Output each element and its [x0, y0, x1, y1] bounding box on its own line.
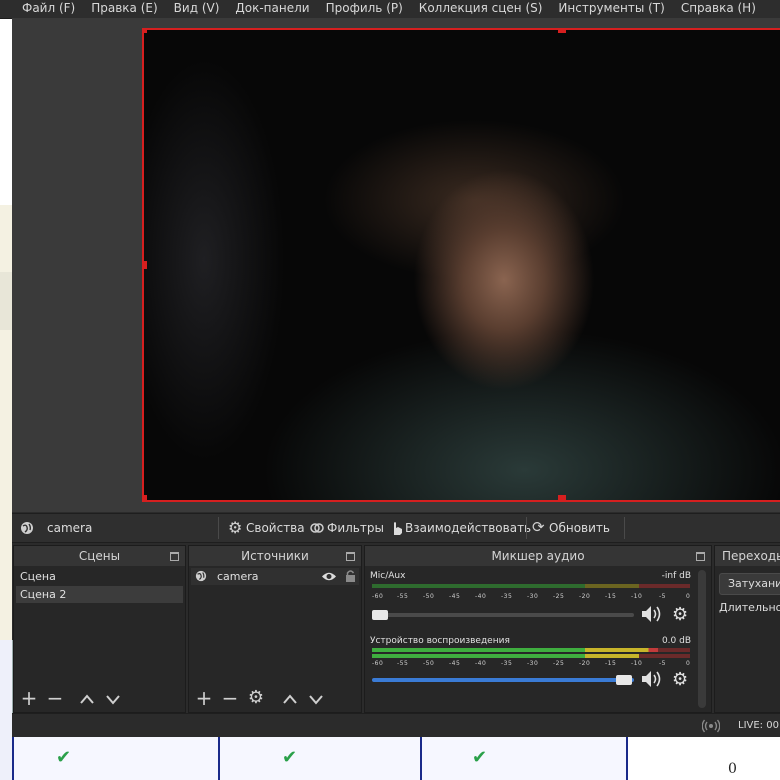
- menu-view[interactable]: Вид (V): [166, 0, 228, 18]
- menu-profile[interactable]: Профиль (P): [318, 0, 411, 18]
- gear-icon: ⚙: [247, 687, 265, 708]
- eye-icon[interactable]: [321, 571, 337, 582]
- background-table: ✔ ✔ ✔ 0: [12, 737, 780, 780]
- resize-handle-left[interactable]: [144, 261, 147, 269]
- move-down-button[interactable]: [102, 686, 124, 712]
- globe-icon: [21, 522, 33, 534]
- table-cell: ✔: [218, 737, 422, 780]
- properties-button[interactable]: ⚙ Свойства: [226, 514, 312, 542]
- volume-meter: [372, 648, 690, 652]
- checkmark-icon: ✔: [472, 747, 488, 768]
- speaker-icon[interactable]: [640, 605, 664, 623]
- sources-dock: Источники camera + − ⚙: [188, 545, 362, 713]
- camera-source-preview[interactable]: [142, 28, 780, 502]
- interact-label: Взаимодействовать: [405, 521, 532, 535]
- menu-scene-collection[interactable]: Коллекция сцен (S): [411, 0, 551, 18]
- refresh-button[interactable]: ⟳ Обновить: [532, 514, 618, 542]
- transition-type: Затухани: [728, 577, 780, 590]
- lock-icon[interactable]: [345, 569, 356, 583]
- gear-icon[interactable]: ⚙: [672, 604, 688, 625]
- menu-file[interactable]: Файл (F): [0, 0, 83, 18]
- broadcast-icon: [702, 719, 720, 733]
- transition-select[interactable]: Затухани: [719, 573, 780, 595]
- sources-title: Источники: [189, 546, 361, 566]
- hand-pointer-icon: [394, 522, 402, 535]
- status-bar: LIVE: 00:00: [12, 713, 780, 738]
- refresh-icon: ⟳: [532, 518, 545, 536]
- table-cell: ✔: [420, 737, 628, 780]
- cell-value: 0: [728, 761, 737, 777]
- add-source-button[interactable]: +: [193, 686, 215, 712]
- interact-button[interactable]: Взаимодействовать: [388, 514, 531, 542]
- menu-edit[interactable]: Правка (E): [83, 0, 165, 18]
- sources-footer: + − ⚙: [189, 686, 361, 712]
- volume-slider-knob[interactable]: [372, 610, 388, 620]
- gear-icon: ⚙: [228, 518, 243, 537]
- scenes-dock: Сцены Сцена Сцена 2 + −: [13, 545, 186, 713]
- filters-button[interactable]: Фильтры: [308, 514, 388, 542]
- chevron-down-icon: [106, 695, 120, 705]
- remove-scene-button[interactable]: −: [44, 686, 66, 712]
- gear-icon[interactable]: ⚙: [672, 669, 688, 690]
- volume-meter: [372, 584, 690, 588]
- transitions-dock: Переходы Затухани Длительнос: [714, 545, 780, 713]
- scene-item-selected[interactable]: Сцена 2: [16, 586, 183, 603]
- scenes-footer: + −: [14, 686, 185, 712]
- selected-source-name: camera: [47, 521, 93, 535]
- table-cell: ✔: [12, 737, 220, 780]
- source-toolbar: camera ⚙ Свойства Фильтры Взаимодействов…: [12, 513, 780, 543]
- resize-handle-bl[interactable]: [144, 495, 147, 500]
- duration-label: Длительнос: [719, 601, 780, 614]
- scenes-title: Сцены: [14, 546, 185, 566]
- globe-icon: [195, 570, 207, 582]
- speaker-icon[interactable]: [640, 670, 664, 688]
- chevron-down-icon: [309, 695, 323, 705]
- filters-label: Фильтры: [327, 521, 384, 535]
- resize-handle-tl[interactable]: [144, 30, 147, 33]
- menu-help[interactable]: Справка (H): [673, 0, 764, 18]
- channel-name: Mic/Aux: [370, 571, 406, 581]
- properties-label: Свойства: [246, 521, 305, 535]
- chevron-up-icon: [283, 694, 297, 704]
- undock-icon[interactable]: [346, 552, 355, 561]
- undock-icon[interactable]: [170, 552, 179, 561]
- filter-icon: [310, 523, 324, 533]
- add-scene-button[interactable]: +: [18, 686, 40, 712]
- meter-scale: -60 -55 -50 -45 -40 -35 -30 -25 -20 -15 -10 -5 0: [372, 593, 691, 600]
- source-name: camera: [217, 570, 259, 583]
- move-up-button[interactable]: [76, 686, 98, 712]
- remove-source-button[interactable]: −: [219, 686, 241, 712]
- audio-mixer-dock: Микшер аудио Mic/Aux -inf dB -60 -55 -50 -4…: [364, 545, 712, 713]
- channel-db: -inf dB: [661, 571, 691, 581]
- transitions-title: Переходы: [715, 546, 780, 566]
- chevron-up-icon: [80, 694, 94, 704]
- volume-slider-knob[interactable]: [616, 675, 632, 685]
- resize-handle-top[interactable]: [558, 30, 566, 33]
- channel-db: 0.0 dB: [661, 636, 691, 646]
- checkmark-icon: ✔: [56, 747, 72, 768]
- refresh-label: Обновить: [549, 521, 610, 535]
- meter-scale: -60 -55 -50 -45 -40 -35 -30 -25 -20 -15 -10 -5 0: [372, 660, 691, 667]
- checkmark-icon: ✔: [282, 747, 298, 768]
- move-down-button[interactable]: [305, 686, 327, 712]
- resize-handle-bottom[interactable]: [558, 495, 566, 500]
- move-up-button[interactable]: [279, 686, 301, 712]
- menu-bar: Файл (F) Правка (E) Вид (V) Док-панели П…: [0, 0, 780, 19]
- table-cell: 0: [626, 737, 780, 780]
- mixer-scrollbar[interactable]: [698, 570, 706, 708]
- background-window-edge: [0, 0, 13, 780]
- live-timer: LIVE: 00:00: [738, 720, 780, 731]
- channel-name: Устройство воспроизведения: [370, 636, 510, 646]
- undock-icon[interactable]: [696, 552, 705, 561]
- volume-meter: [372, 654, 690, 658]
- mixer-title: Микшер аудио: [365, 546, 711, 566]
- volume-slider[interactable]: [372, 613, 634, 617]
- source-item[interactable]: camera: [191, 568, 359, 585]
- menu-tools[interactable]: Инструменты (T): [550, 0, 672, 18]
- volume-slider[interactable]: [372, 678, 634, 682]
- scene-item[interactable]: Сцена: [16, 568, 183, 585]
- menu-docks[interactable]: Док-панели: [227, 0, 317, 18]
- source-properties-button[interactable]: ⚙: [245, 686, 267, 712]
